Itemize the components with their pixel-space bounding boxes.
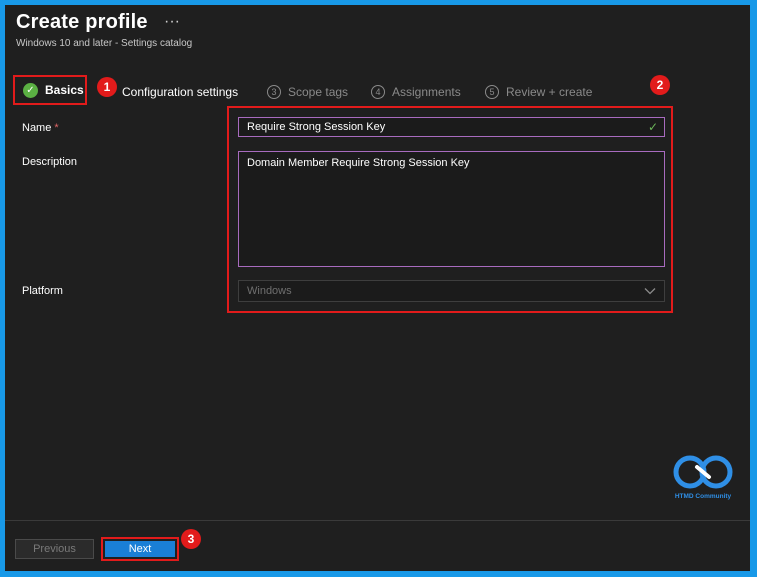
chevron-down-icon	[644, 288, 656, 295]
annotation-badge-3: 3	[181, 529, 201, 549]
page-title: Create profile	[16, 11, 148, 33]
description-textarea[interactable]: Domain Member Require Strong Session Key	[238, 151, 665, 267]
step-configuration-settings[interactable]: Configuration settings	[122, 81, 238, 103]
page-subtitle: Windows 10 and later - Settings catalog	[16, 38, 193, 49]
name-label-text: Name	[22, 122, 52, 134]
htmd-logo-icon	[673, 455, 733, 489]
step-scope-tags-label: Scope tags	[288, 85, 349, 99]
create-profile-panel: Create profile ··· Windows 10 and later …	[5, 5, 750, 571]
description-value: Domain Member Require Strong Session Key	[247, 157, 470, 169]
step-number-icon: 5	[485, 85, 499, 99]
step-number-icon: 4	[371, 85, 385, 99]
platform-label: Platform	[22, 285, 63, 297]
more-options-icon[interactable]: ···	[164, 13, 180, 31]
name-input-value: Require Strong Session Key	[247, 121, 386, 133]
step-assignments[interactable]: 4 Assignments	[371, 81, 461, 103]
wizard-steps: Configuration settings 3 Scope tags 4 As…	[5, 81, 750, 103]
step-assignments-label: Assignments	[392, 85, 461, 99]
checkmark-icon: ✓	[647, 120, 658, 134]
htmd-logo-text: HTMD Community	[674, 493, 732, 500]
footer-divider	[5, 520, 750, 521]
required-indicator: *	[54, 122, 59, 134]
platform-select[interactable]: Windows	[238, 280, 665, 302]
step-configuration-label: Configuration settings	[122, 85, 239, 99]
htmd-community-logo: HTMD Community	[670, 455, 736, 507]
previous-button[interactable]: Previous	[15, 539, 94, 559]
name-input[interactable]: Require Strong Session Key ✓	[238, 117, 665, 137]
step-number-icon: 3	[267, 85, 281, 99]
next-button-highlight: Next	[101, 537, 179, 561]
step-review-create[interactable]: 5 Review + create	[485, 81, 592, 103]
platform-value: Windows	[247, 285, 292, 297]
step-scope-tags[interactable]: 3 Scope tags	[267, 81, 348, 103]
name-label: Name *	[22, 122, 59, 134]
step-review-create-label: Review + create	[506, 85, 593, 99]
description-label: Description	[22, 156, 78, 168]
annotation-badge-2: 2	[650, 75, 670, 95]
next-button[interactable]: Next	[105, 541, 175, 557]
